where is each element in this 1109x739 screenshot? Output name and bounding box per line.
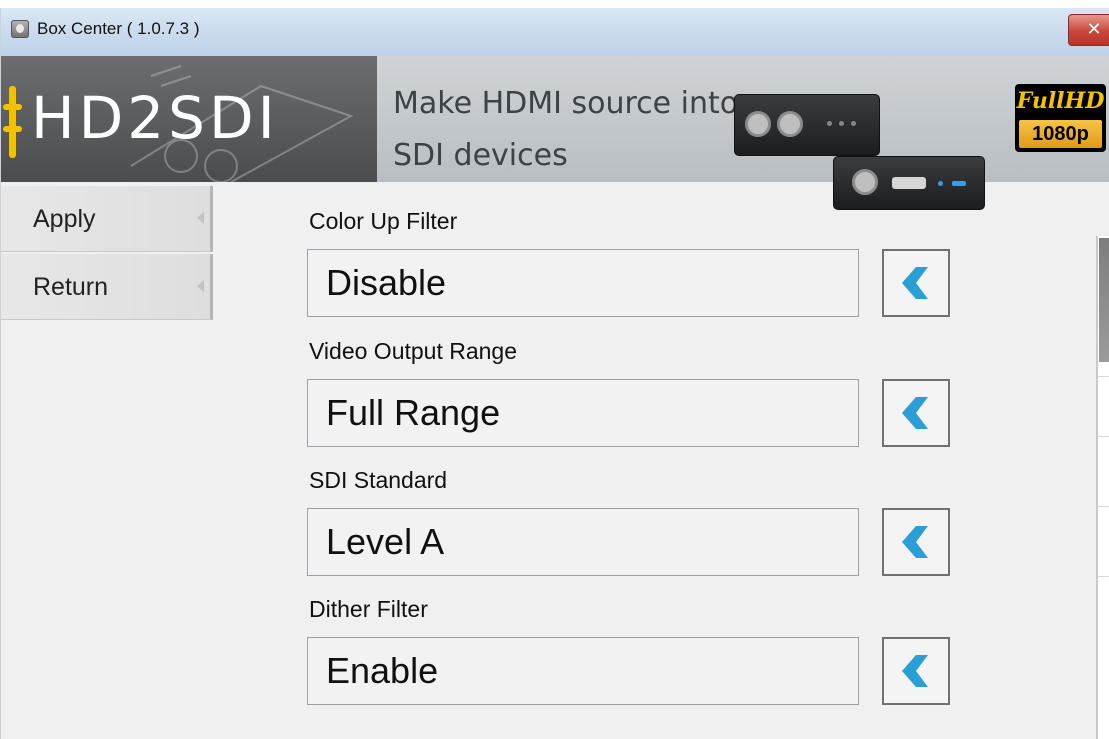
dither-filter-button[interactable] (882, 637, 950, 705)
notch-icon (197, 212, 204, 224)
device-image-back (734, 94, 880, 156)
sidebar-item-label: Return (33, 273, 109, 301)
window-title: Box Center ( 1.0.7.3 ) (37, 19, 200, 38)
video-output-range-button[interactable] (882, 379, 950, 447)
bnc-connector (777, 111, 803, 137)
sdi-standard-label: SDI Standard (309, 467, 448, 493)
title-bar[interactable]: Box Center ( 1.0.7.3 ) ✕ (1, 8, 1109, 56)
close-button[interactable]: ✕ (1068, 14, 1109, 46)
tagline-line-2: SDI devices (393, 138, 568, 173)
color-up-filter-label: Color Up Filter (309, 208, 458, 234)
app-window: Box Center ( 1.0.7.3 ) ✕ HD2SDI Make HDM… (0, 8, 1109, 739)
color-up-filter-button[interactable] (882, 249, 950, 317)
scrollbar-thumb[interactable] (1099, 238, 1109, 362)
video-output-range-label: Video Output Range (309, 338, 518, 364)
device-image-front (833, 156, 985, 210)
video-output-range-value: Full Range (307, 379, 859, 447)
logo-mark (3, 86, 22, 158)
bnc-connector (745, 111, 771, 137)
panel-divider (1098, 376, 1109, 377)
close-icon: ✕ (1086, 19, 1102, 39)
sdi-standard-value: Level A (307, 508, 859, 576)
dither-filter-value: Enable (307, 637, 859, 705)
full-hd-badge: FullHD 1080p (1015, 84, 1106, 152)
sdi-standard-button[interactable] (882, 508, 950, 576)
badge-top-text: FullHD (1016, 88, 1105, 114)
chevron-left-icon (902, 267, 928, 299)
bnc-connector (852, 169, 878, 195)
banner-tagline: Make HDMI source into SDI devices (393, 78, 738, 182)
sidebar-item-apply[interactable]: Apply (1, 186, 213, 252)
tagline-line-1: Make HDMI source into (393, 86, 739, 121)
dither-filter-label: Dither Filter (309, 596, 428, 622)
led-indicator (827, 121, 832, 126)
sidebar-item-label: Apply (33, 205, 96, 233)
panel-divider (1098, 506, 1109, 507)
panel-divider (1098, 576, 1109, 577)
led-indicator (851, 121, 856, 126)
badge-bottom-text: 1080p (1019, 120, 1102, 148)
led-indicator (938, 181, 943, 186)
panel-divider (1098, 436, 1109, 437)
sidebar-item-return[interactable]: Return (1, 254, 213, 320)
app-icon (11, 20, 29, 38)
product-banner: HD2SDI Make HDMI source into SDI devices… (1, 56, 1109, 210)
hdmi-port (892, 177, 926, 189)
chevron-left-icon (902, 526, 928, 558)
notch-icon (197, 280, 204, 292)
chevron-left-icon (902, 397, 928, 429)
logo-panel: HD2SDI (1, 56, 377, 182)
usb-port (952, 181, 966, 186)
chevron-left-icon (902, 655, 928, 687)
product-logo: HD2SDI (31, 84, 279, 152)
led-indicator (839, 121, 844, 126)
color-up-filter-value: Disable (307, 249, 859, 317)
